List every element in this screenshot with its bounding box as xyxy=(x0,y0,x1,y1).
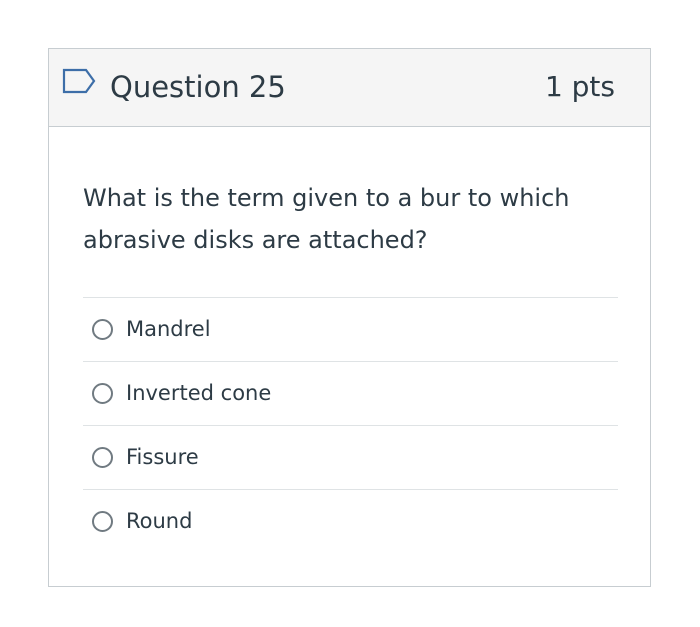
radio-button[interactable] xyxy=(92,383,113,404)
answer-option-inverted-cone[interactable]: Inverted cone xyxy=(83,361,618,425)
question-text: What is the term given to a bur to which… xyxy=(83,184,570,254)
answer-list: Mandrel Inverted cone Fissure Round xyxy=(83,297,618,553)
question-points: 1 pts xyxy=(544,70,615,103)
question-header: Question 25 1 pts xyxy=(49,49,650,127)
answer-option-round[interactable]: Round xyxy=(83,489,618,553)
answer-option-fissure[interactable]: Fissure xyxy=(83,425,618,489)
flag-outline-icon[interactable] xyxy=(62,68,96,94)
radio-button[interactable] xyxy=(92,447,113,468)
answer-option-mandrel[interactable]: Mandrel xyxy=(83,297,618,361)
radio-button[interactable] xyxy=(92,319,113,340)
radio-button[interactable] xyxy=(92,511,113,532)
question-title: Question 25 xyxy=(110,70,286,104)
answer-label[interactable]: Inverted cone xyxy=(126,379,271,407)
answer-label[interactable]: Mandrel xyxy=(126,315,211,343)
answer-label[interactable]: Round xyxy=(126,507,192,535)
question-card: Question 25 1 pts What is the term given… xyxy=(48,48,651,587)
answer-label[interactable]: Fissure xyxy=(126,443,199,471)
